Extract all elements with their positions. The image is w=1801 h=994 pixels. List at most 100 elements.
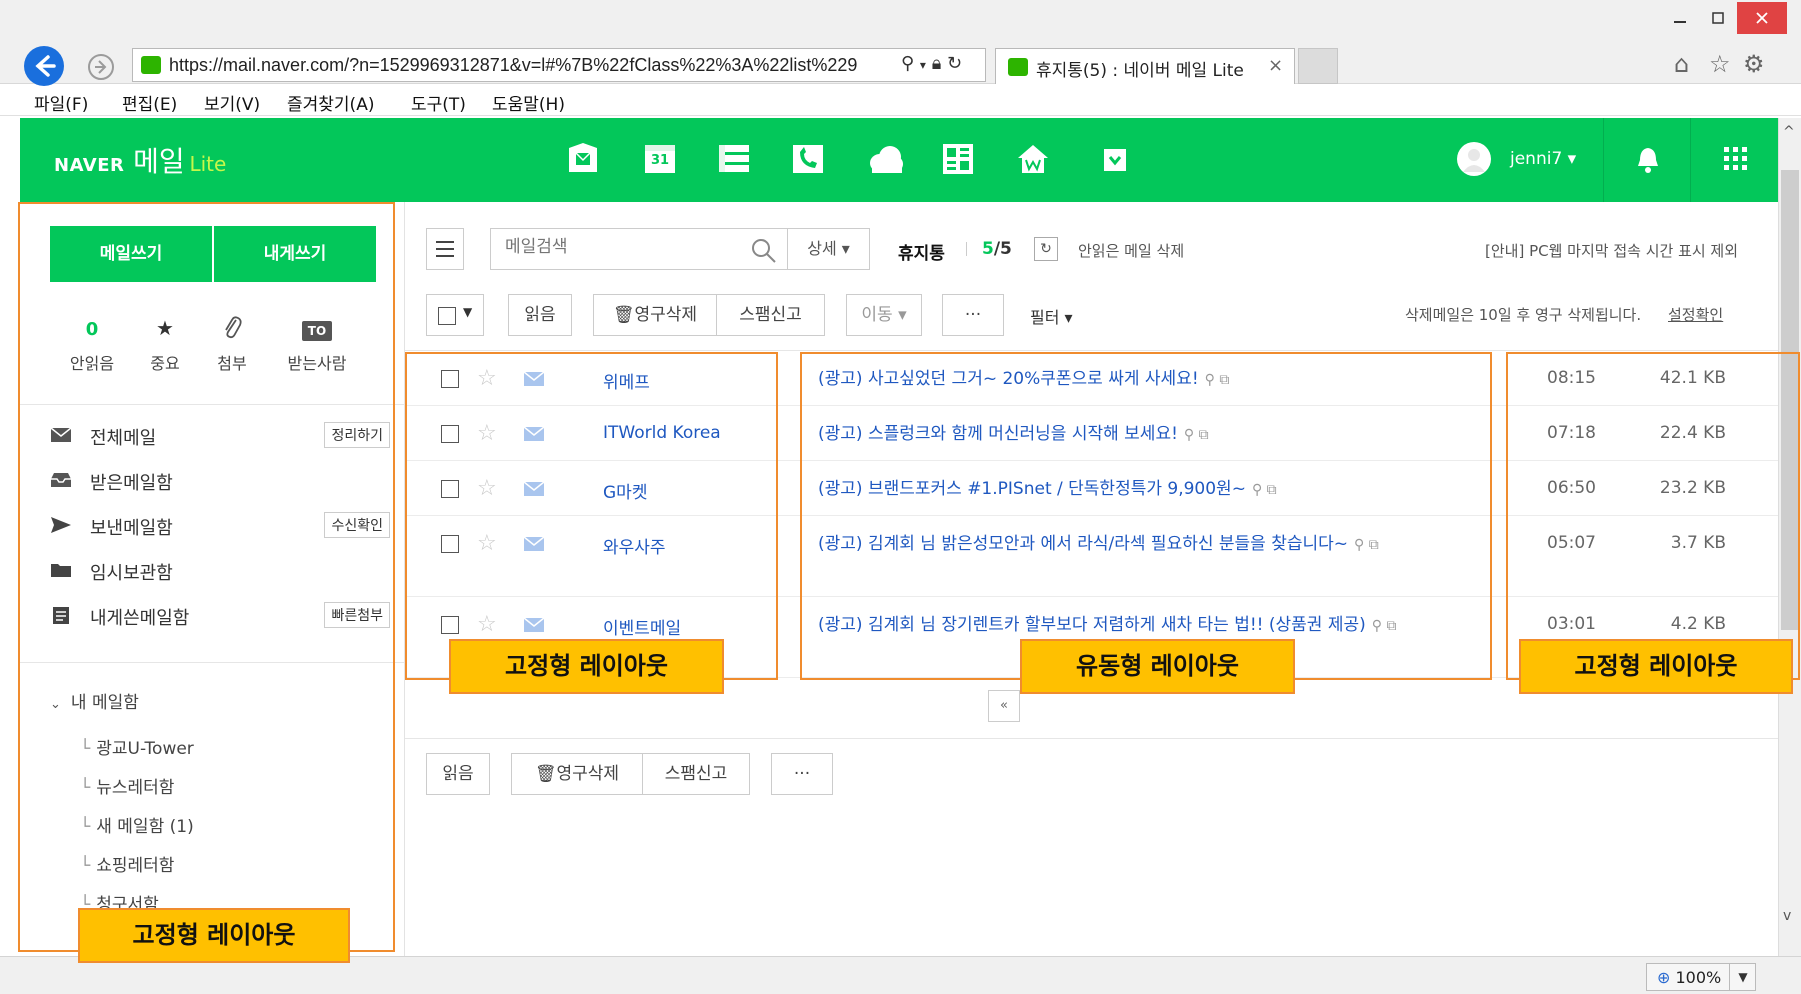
menu-favorites[interactable]: 즐겨찾기(A) <box>287 90 374 115</box>
annotation-label-fluid: 유동형 레이아웃 <box>1020 639 1295 694</box>
calendar-app-icon[interactable]: 31 <box>643 142 677 176</box>
minimize-icon <box>1674 21 1686 23</box>
browser-tab[interactable]: 휴지통(5) : 네이버 메일 Lite × <box>995 48 1295 84</box>
search-input[interactable] <box>505 237 725 257</box>
arrow-left-icon <box>35 55 56 77</box>
header-divider <box>1603 118 1604 202</box>
tab-close-icon[interactable]: × <box>1268 55 1283 76</box>
contacts-app-icon[interactable] <box>791 142 825 176</box>
menu-view[interactable]: 보기(V) <box>204 90 260 115</box>
annotation-fluid-box <box>800 352 1492 680</box>
menu-tools[interactable]: 도구(T) <box>411 90 466 115</box>
prev-page-button[interactable]: « <box>988 690 1020 722</box>
refresh-icon[interactable]: ↻ <box>947 53 962 74</box>
folder-title: 휴지통 <box>898 244 945 264</box>
mail-count: 5/5 <box>982 239 1012 259</box>
more-button[interactable]: ··· <box>771 753 833 795</box>
back-button[interactable] <box>24 46 64 86</box>
divider <box>405 738 1778 739</box>
logo-mail-text: 메일 <box>133 145 185 178</box>
bell-icon[interactable] <box>1635 146 1661 178</box>
zoom-control[interactable]: ⊕ 100% ▼ <box>1646 963 1756 991</box>
select-all-checkbox[interactable]: ▼ <box>426 294 484 336</box>
address-search-icon[interactable]: ⚲ <box>901 53 914 74</box>
dropdown-icon[interactable]: ▾ <box>920 58 926 72</box>
search-icon[interactable] <box>751 238 777 264</box>
logo-naver-text: NAVER <box>54 155 125 176</box>
more-app-icon[interactable] <box>1098 142 1132 176</box>
more-button[interactable]: ··· <box>942 294 1004 336</box>
menu-bar: 파일(F) 편집(E) 보기(V) 즐겨찾기(A) 도구(T) 도움말(H) <box>0 86 1801 116</box>
arrow-right-icon <box>95 60 107 74</box>
spam-report-button[interactable]: 스팸신고 <box>642 753 750 795</box>
memo-app-icon[interactable] <box>717 142 751 176</box>
maximize-icon <box>1712 12 1724 24</box>
tab-favicon-icon <box>1008 58 1028 76</box>
gear-icon[interactable]: ⚙ <box>1743 50 1765 78</box>
new-tab-button[interactable] <box>1298 48 1338 84</box>
trash-icon: 🗑︎ <box>534 764 557 784</box>
trash-icon: 🗑︎ <box>612 305 635 325</box>
annotation-label-fixed-sidebar: 고정형 레이아웃 <box>78 908 350 963</box>
url-text[interactable]: https://mail.naver.com/?n=1529969312871&… <box>169 55 909 76</box>
menu-help[interactable]: 도움말(H) <box>492 90 565 115</box>
header-divider <box>1690 118 1691 202</box>
window-titlebar <box>0 0 1801 40</box>
spam-report-button[interactable]: 스팸신고 <box>716 294 825 336</box>
chevron-down-icon[interactable]: ▼ <box>1729 964 1756 990</box>
menu-edit[interactable]: 편집(E) <box>122 90 177 115</box>
delete-unread-link[interactable]: 안읽은 메일 삭제 <box>1078 240 1184 261</box>
address-tools: ⚲ ▾ 🔒︎ ↻ <box>901 53 962 74</box>
scroll-down-icon[interactable]: v <box>1783 908 1791 924</box>
close-window-button[interactable] <box>1737 2 1787 34</box>
mail-header: NAVER 메일 Lite 31 jenni7 ▾ <box>20 118 1778 202</box>
cloud-app-icon[interactable] <box>866 142 903 176</box>
naver-mail-logo[interactable]: NAVER 메일 Lite <box>54 140 226 180</box>
divider <box>966 242 967 256</box>
tab-title: 휴지통(5) : 네이버 메일 Lite <box>1036 61 1244 81</box>
auto-delete-note: 삭제메일은 10일 후 영구 삭제됩니다. <box>1405 306 1642 324</box>
chevron-down-icon: ▼ <box>463 305 473 319</box>
permanent-delete-button[interactable]: 🗑︎영구삭제 <box>511 753 643 795</box>
move-button[interactable]: 이동 ▾ <box>846 294 922 336</box>
site-favicon-icon <box>141 56 161 74</box>
zoom-level: 100% <box>1675 968 1722 987</box>
calendar-day: 31 <box>651 153 670 168</box>
notice-text[interactable]: [안내] PC웹 마지막 접속 시간 표시 제외 <box>1485 240 1738 261</box>
list-menu-button[interactable] <box>426 228 464 270</box>
logo-lite-text: Lite <box>189 152 227 176</box>
detail-search-button[interactable]: 상세 ▾ <box>788 228 870 270</box>
annotation-fixed-left-box <box>405 352 778 680</box>
address-bar[interactable]: https://mail.naver.com/?n=1529969312871&… <box>132 48 986 82</box>
mail-app-icon[interactable] <box>566 142 600 176</box>
app-grid-icon[interactable] <box>1723 146 1749 176</box>
close-icon <box>1756 12 1768 24</box>
refresh-icon[interactable]: ↻ <box>1034 237 1058 261</box>
unread-count: 5 <box>982 239 994 259</box>
menu-file[interactable]: 파일(F) <box>34 90 88 115</box>
minimize-button[interactable] <box>1661 2 1699 34</box>
forward-button[interactable] <box>88 54 114 80</box>
hamburger-icon <box>436 241 454 257</box>
annotation-fixed-right-box <box>1506 352 1800 680</box>
blog-app-icon[interactable] <box>1016 142 1050 176</box>
mark-read-button[interactable]: 읽음 <box>508 294 572 336</box>
annotation-label-fixed-right: 고정형 레이아웃 <box>1519 639 1793 694</box>
mark-read-button[interactable]: 읽음 <box>426 753 490 795</box>
home-icon[interactable]: ⌂ <box>1674 50 1689 78</box>
zoom-icon: ⊕ <box>1657 968 1671 987</box>
lock-icon[interactable]: 🔒︎ <box>932 53 942 74</box>
filter-button[interactable]: 필터 ▾ <box>1030 304 1073 328</box>
avatar[interactable] <box>1457 142 1491 176</box>
favorites-star-icon[interactable]: ☆ <box>1709 50 1731 78</box>
settings-link[interactable]: 설정확인 <box>1668 304 1723 325</box>
annotation-label-fixed-left: 고정형 레이아웃 <box>449 639 724 694</box>
maximize-button[interactable] <box>1699 2 1737 34</box>
scroll-up-icon[interactable]: ^ <box>1783 124 1795 140</box>
search-box[interactable] <box>490 228 788 270</box>
office-app-icon[interactable] <box>941 142 975 176</box>
permanent-delete-button[interactable]: 🗑︎영구삭제 <box>593 294 717 336</box>
annotation-fixed-sidebar-box <box>18 202 395 952</box>
total-count: /5 <box>993 239 1012 259</box>
user-menu[interactable]: jenni7 ▾ <box>1510 149 1576 169</box>
